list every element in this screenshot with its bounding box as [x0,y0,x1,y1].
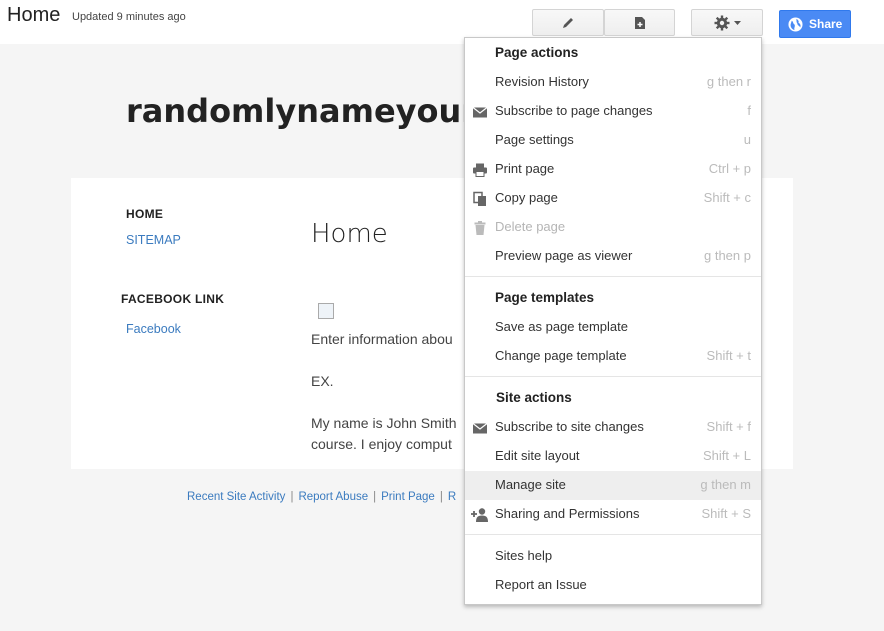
menu-item-label: Page settings [495,132,574,147]
menu-section-page-actions: Page actions [495,45,579,60]
share-button-label: Share [809,17,843,31]
menu-item-revision-history[interactable]: Revision History g then r [465,68,761,97]
facebook-link[interactable]: Facebook [126,322,181,336]
menu-item-label: Edit site layout [495,448,580,463]
main-heading: Home [311,219,388,249]
more-actions-button[interactable] [691,9,763,36]
menu-item-label: Change page template [495,348,627,363]
menu-item-page-settings[interactable]: Page settings u [465,126,761,155]
menu-divider [465,276,761,277]
menu-item-edit-site-layout[interactable]: Edit site layout Shift + L [465,442,761,471]
menu-item-change-template[interactable]: Change page template Shift + t [465,342,761,371]
menu-item-label: Subscribe to site changes [495,419,644,434]
recent-site-activity-link[interactable]: Recent Site Activity [187,491,285,503]
menu-item-shortcut: g then r [706,74,751,89]
menu-item-label: Subscribe to page changes [495,103,653,118]
copy-icon [473,191,486,206]
menu-item-label: Save as page template [495,319,628,334]
menu-item-report-issue[interactable]: Report an Issue [465,571,761,600]
menu-item-shortcut: u [743,132,751,147]
more-actions-menu: Page actions Revision History g then r S… [464,37,762,605]
menu-item-label: Sharing and Permissions [495,506,640,521]
menu-divider [465,376,761,377]
menu-item-label: Preview page as viewer [495,248,633,263]
footer-separator: | [439,491,443,503]
menu-item-shortcut: Shift + S [701,506,752,521]
body-text-line: course. I enjoy comput [311,436,452,452]
menu-item-label: Print page [495,161,555,176]
menu-section-site-actions: Site actions [496,390,572,405]
edit-page-button[interactable] [532,9,604,36]
menu-item-shortcut: Shift + f [706,419,751,434]
menu-item-label: Sites help [495,548,553,563]
menu-item-label: Manage site [495,477,566,492]
chevron-down-icon [733,20,741,25]
menu-item-shortcut: g then p [704,248,751,263]
body-text-line: EX. [311,373,334,389]
menu-item-shortcut: g then m [700,477,751,492]
last-updated-text: Updated 9 minutes ago [72,11,186,23]
gear-icon [714,15,729,30]
menu-item-preview-as-viewer[interactable]: Preview page as viewer g then p [465,242,761,271]
menu-item-shortcut: Shift + L [702,448,751,463]
menu-item-save-as-template[interactable]: Save as page template [465,313,761,342]
globe-icon [788,16,803,32]
menu-item-subscribe-site[interactable]: Subscribe to site changes Shift + f [465,413,761,442]
site-title: randomlynameyours [126,92,497,130]
body-text-line: Enter information abou [311,331,453,347]
menu-item-shortcut: Shift + t [706,348,751,363]
footer-links: Recent Site Activity | Report Abuse | Print … [187,491,456,503]
footer-more-link[interactable]: R [448,491,456,503]
body-text-line: My name is John Smith [311,415,457,431]
print-page-link[interactable]: Print Page [381,491,435,503]
footer-separator: | [373,491,377,503]
menu-item-shortcut: Shift + c [703,190,751,205]
menu-item-subscribe-page[interactable]: Subscribe to page changes f [465,97,761,126]
pencil-icon [563,17,573,28]
menu-divider [465,534,761,535]
report-abuse-link[interactable]: Report Abuse [298,491,368,503]
menu-section-page-templates: Page templates [495,290,595,305]
menu-item-label: Report an Issue [495,577,587,592]
menu-item-label: Delete page [495,219,566,234]
menu-item-delete-page: Delete page [465,213,761,242]
menu-item-shortcut: f [747,103,751,118]
trash-icon [474,221,486,235]
menu-item-sharing-permissions[interactable]: Sharing and Permissions Shift + S [465,500,761,529]
share-button[interactable]: Share [779,10,851,38]
new-page-icon [634,16,645,29]
menu-item-sites-help[interactable]: Sites help [465,542,761,571]
menu-item-copy-page[interactable]: Copy page Shift + c [465,184,761,213]
envelope-icon [472,107,488,118]
sidebar-item-sitemap[interactable]: SITEMAP [126,233,181,247]
printer-icon [473,163,487,177]
footer-separator: | [290,491,294,503]
envelope-icon [472,423,488,434]
page-title: Home [7,4,61,26]
sidebar-heading-facebook: FACEBOOK LINK [121,292,225,306]
new-page-button[interactable] [604,9,675,36]
sidebar-item-home[interactable]: HOME [126,207,163,221]
menu-item-label: Copy page [495,190,558,205]
menu-item-manage-site[interactable]: Manage site g then m [465,471,761,500]
broken-image-icon [318,303,334,319]
menu-item-shortcut: Ctrl + p [708,161,751,176]
menu-item-label: Revision History [495,74,589,89]
add-person-icon [471,508,488,522]
menu-item-print-page[interactable]: Print page Ctrl + p [465,155,761,184]
